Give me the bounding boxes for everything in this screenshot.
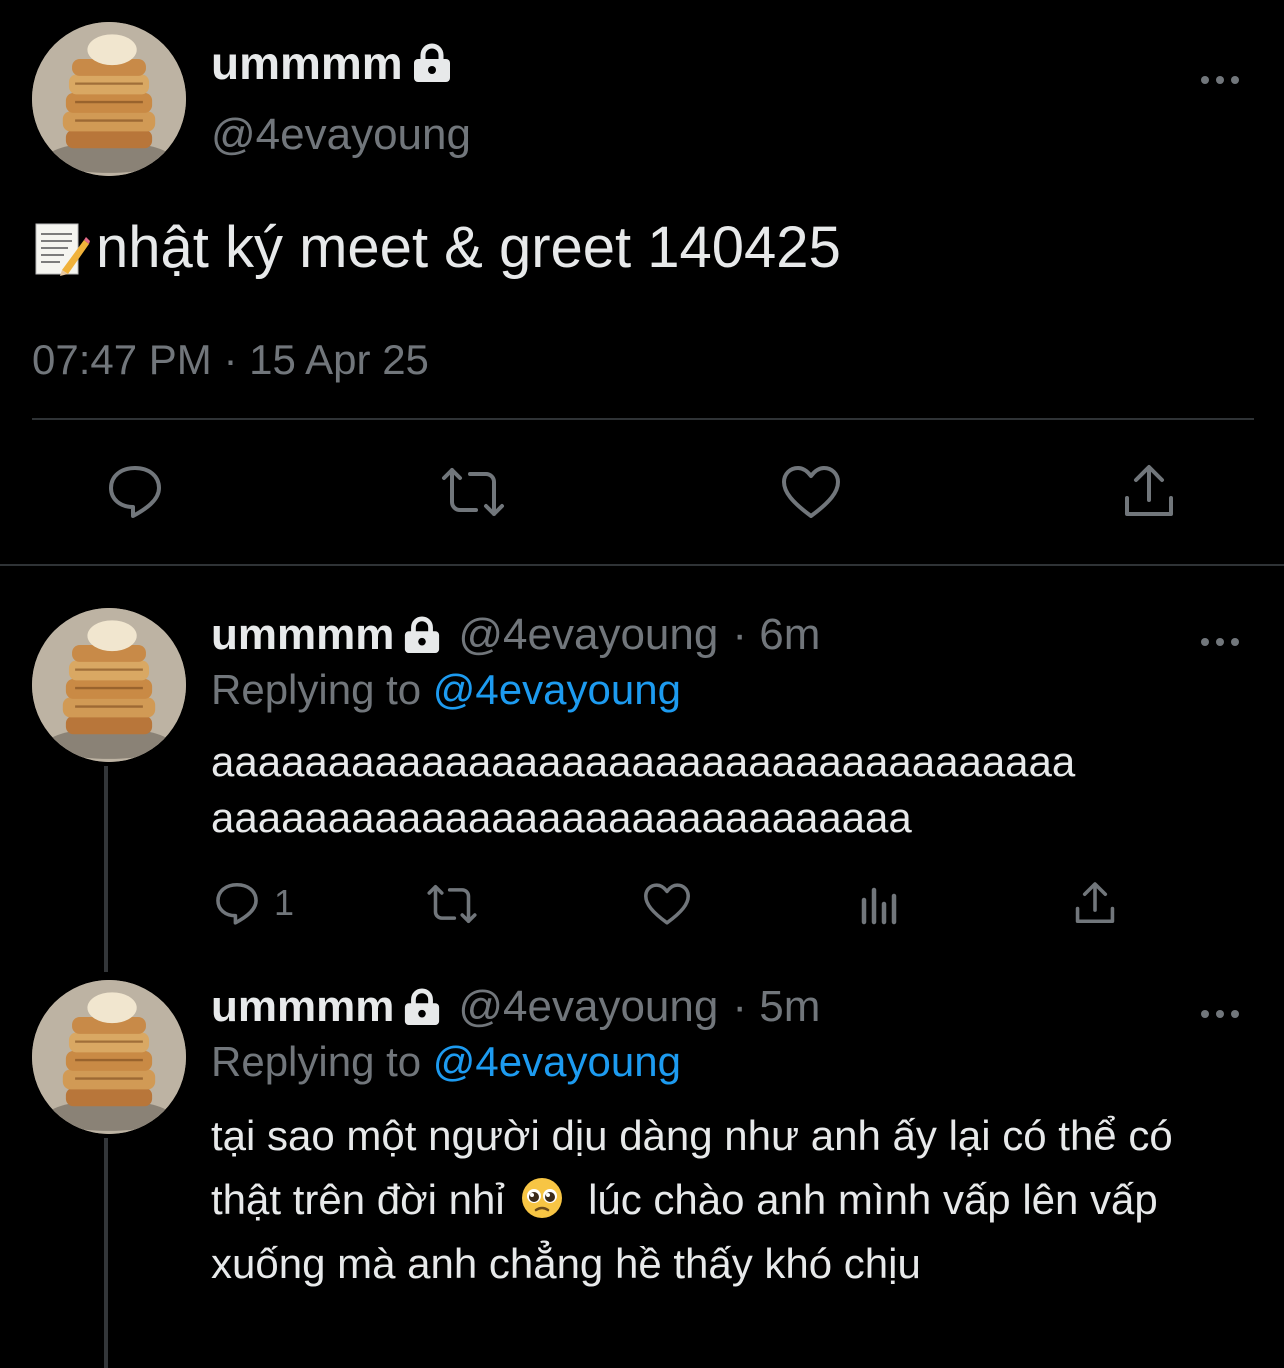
heart-icon[interactable] bbox=[780, 464, 842, 520]
mention-link[interactable]: @4evayoung bbox=[433, 666, 681, 713]
replying-to-label: Replying to bbox=[211, 666, 422, 713]
waffle-avatar-image bbox=[32, 980, 186, 1134]
lock-icon bbox=[411, 43, 453, 83]
reply-button[interactable]: 1 bbox=[214, 880, 294, 926]
reply-text-line: aaaaaaaaaaaaaaaaaaaaaaaaaaaaaaaaaaaaa bbox=[211, 738, 1076, 785]
thread-line bbox=[104, 766, 108, 972]
waffle-avatar-image bbox=[32, 608, 186, 762]
replying-to: Replying to @4evayoung bbox=[211, 1038, 681, 1086]
display-name[interactable]: ummmm bbox=[211, 610, 394, 660]
divider bbox=[0, 564, 1284, 566]
heart-icon[interactable] bbox=[642, 882, 692, 926]
retweet-icon[interactable] bbox=[424, 882, 480, 926]
reply-icon bbox=[216, 882, 258, 925]
tweet-text-content: nhật ký meet & greet 140425 bbox=[96, 215, 841, 280]
reply-text-line: aaaaaaaaaaaaaaaaaaaaaaaaaaaaaa bbox=[211, 794, 912, 841]
mention-link[interactable]: @4evayoung bbox=[433, 1038, 681, 1085]
lock-icon bbox=[402, 988, 442, 1026]
replying-to-label: Replying to bbox=[211, 1038, 422, 1085]
lock-icon bbox=[402, 616, 442, 654]
tweet-text: nhật ký meet & greet 140425 bbox=[32, 214, 841, 281]
more-icon[interactable] bbox=[1200, 992, 1240, 1026]
timestamp[interactable]: · 5m bbox=[732, 982, 820, 1032]
reply-header: ummmm @4evayoung · 6m bbox=[211, 610, 820, 660]
retweet-icon[interactable] bbox=[438, 464, 508, 520]
pleading-face-emoji bbox=[520, 1174, 564, 1218]
share-icon[interactable] bbox=[1120, 462, 1178, 520]
handle[interactable]: @4evayoung bbox=[211, 110, 471, 160]
reply-text: tại sao một người dịu dàng như anh ấy lạ… bbox=[211, 1104, 1211, 1296]
reply-count: 1 bbox=[274, 882, 295, 923]
handle[interactable]: @4evayoung bbox=[458, 982, 718, 1032]
reply-text: aaaaaaaaaaaaaaaaaaaaaaaaaaaaaaaaaaaaa aa… bbox=[211, 734, 1241, 846]
avatar[interactable] bbox=[32, 22, 186, 176]
analytics-icon[interactable] bbox=[860, 882, 904, 926]
reply-header: ummmm @4evayoung · 5m bbox=[211, 982, 820, 1032]
replying-to: Replying to @4evayoung bbox=[211, 666, 681, 714]
reply-icon[interactable] bbox=[106, 462, 164, 520]
display-name-text[interactable]: ummmm bbox=[211, 36, 403, 90]
more-icon[interactable] bbox=[1200, 58, 1240, 92]
memo-emoji bbox=[32, 218, 90, 278]
avatar[interactable] bbox=[32, 980, 186, 1134]
timestamp[interactable]: · 6m bbox=[732, 610, 820, 660]
share-icon[interactable] bbox=[1072, 880, 1118, 926]
display-name[interactable]: ummmm bbox=[211, 36, 453, 90]
tweet-timestamp[interactable]: 07:47 PM · 15 Apr 25 bbox=[32, 336, 429, 384]
divider bbox=[32, 418, 1254, 420]
thread-line bbox=[104, 1138, 108, 1368]
more-icon[interactable] bbox=[1200, 620, 1240, 654]
waffle-avatar-image bbox=[32, 22, 186, 176]
display-name[interactable]: ummmm bbox=[211, 982, 394, 1032]
avatar[interactable] bbox=[32, 608, 186, 762]
handle[interactable]: @4evayoung bbox=[458, 610, 718, 660]
